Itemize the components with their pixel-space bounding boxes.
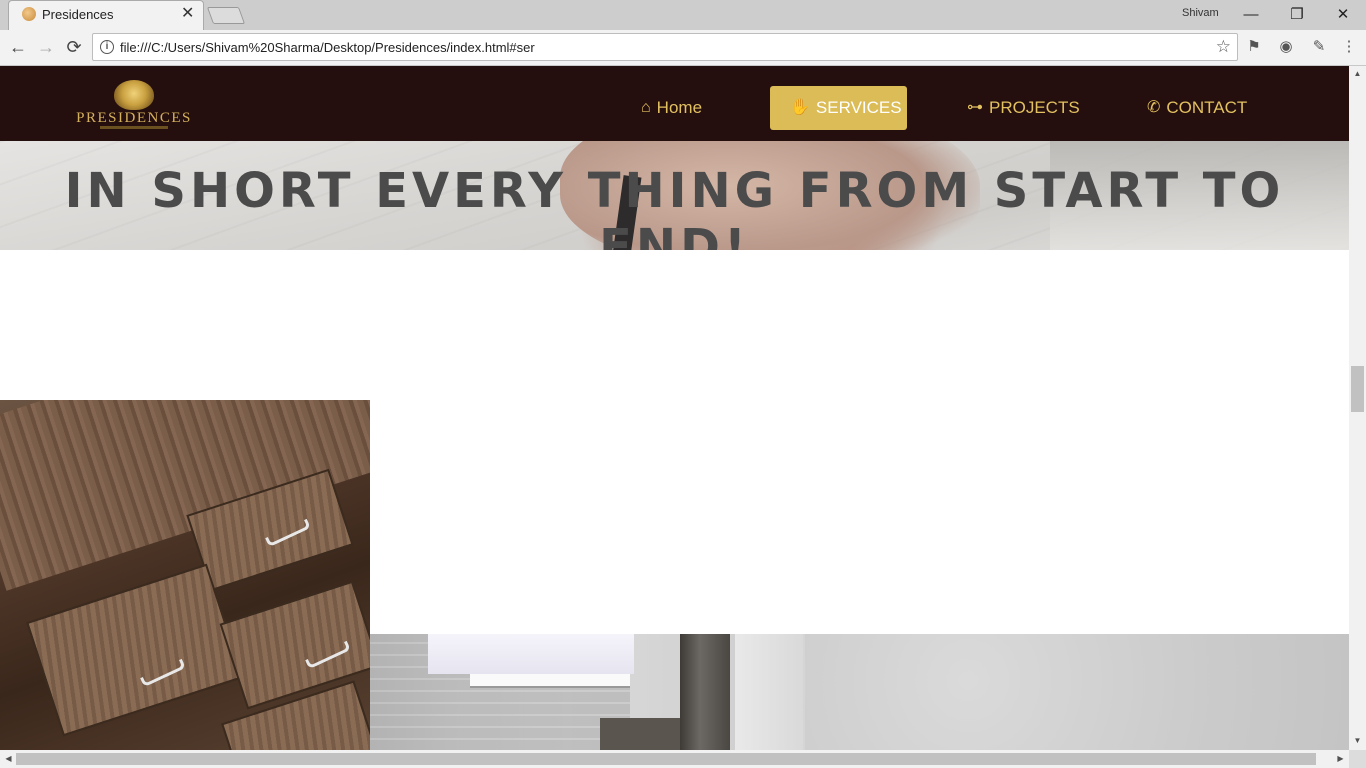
forward-icon[interactable]: → (34, 35, 58, 59)
back-icon[interactable]: ← (6, 35, 30, 59)
site-header: PRESIDENCES ⌂ Home ✋ SERVICES ⊶ PROJECTS… (0, 66, 1349, 141)
concrete-column-image (680, 634, 730, 750)
horizontal-scroll-thumb[interactable] (16, 753, 1316, 765)
profile-name[interactable]: Shivam (1182, 7, 1219, 19)
scroll-up-arrow-icon[interactable]: ▲ (1349, 69, 1366, 78)
scroll-down-arrow-icon[interactable]: ▼ (1349, 736, 1366, 745)
scroll-left-arrow-icon[interactable]: ◀ (0, 754, 17, 763)
lion-crest-icon (114, 80, 154, 110)
menu-kebab-icon[interactable]: ⋮ (1339, 37, 1359, 57)
tab-title: Presidences (42, 7, 114, 22)
concrete-wall-image (805, 634, 1349, 750)
logo-tagline-bar (100, 126, 168, 129)
counter-image (600, 718, 680, 750)
drawer-image (26, 563, 244, 737)
nav-services-label: SERVICES (815, 98, 902, 117)
page-viewport: PRESIDENCES ⌂ Home ✋ SERVICES ⊶ PROJECTS… (0, 66, 1349, 750)
nav-services[interactable]: ✋ SERVICES (770, 86, 907, 130)
nav-home-label: Home (656, 98, 703, 117)
extension-dropper-icon[interactable]: ✎ (1309, 37, 1329, 57)
handshake-icon: ✋ (790, 99, 810, 116)
info-icon[interactable]: i (100, 40, 114, 54)
extension-record-icon[interactable]: ◉ (1276, 37, 1296, 57)
vertical-scrollbar[interactable]: ▲ ▼ (1349, 66, 1366, 750)
site-logo[interactable]: PRESIDENCES (66, 80, 202, 130)
nav-projects[interactable]: ⊶ PROJECTS (967, 86, 1080, 130)
new-tab-button[interactable] (206, 7, 246, 24)
scrollbar-corner (1349, 750, 1366, 768)
logo-text: PRESIDENCES (76, 110, 192, 126)
site-favicon-icon (22, 7, 36, 21)
address-bar[interactable]: i file:///C:/Users/Shivam%20Sharma/Deskt… (92, 33, 1238, 61)
wall-panel-image (735, 634, 803, 750)
sitemap-icon: ⊶ (967, 99, 983, 116)
scroll-right-arrow-icon[interactable]: ▶ (1332, 754, 1349, 763)
home-icon: ⌂ (641, 99, 651, 116)
browser-tab-bar: Presidences ✕ Shivam — ❐ ✕ (0, 0, 1366, 30)
horizontal-scrollbar[interactable]: ◀ ▶ (0, 750, 1349, 768)
bookmark-star-icon[interactable]: ☆ (1216, 37, 1231, 57)
hero-banner: IN SHORT EVERY THING FROM START TO END! (0, 141, 1349, 250)
nav-projects-label: PROJECTS (989, 98, 1080, 117)
wooden-drawers-image (0, 400, 370, 750)
browser-toolbar: ← → ⟳ i file:///C:/Users/Shivam%20Sharma… (0, 30, 1366, 66)
minimize-button[interactable]: — (1228, 2, 1274, 28)
kitchen-interior-image (370, 634, 1349, 750)
vertical-scroll-thumb[interactable] (1351, 366, 1364, 412)
nav-home[interactable]: ⌂ Home (641, 86, 702, 130)
tab-close-icon[interactable]: ✕ (181, 5, 194, 23)
close-window-button[interactable]: ✕ (1320, 2, 1366, 28)
nav-contact[interactable]: ✆ CONTACT (1147, 86, 1247, 130)
phone-icon: ✆ (1147, 99, 1161, 116)
window-light-image (428, 634, 634, 674)
restore-button[interactable]: ❐ (1274, 2, 1320, 28)
nav-contact-label: CONTACT (1166, 98, 1248, 117)
hero-title: IN SHORT EVERY THING FROM START TO END! (64, 163, 1285, 250)
url-text[interactable]: file:///C:/Users/Shivam%20Sharma/Desktop… (120, 40, 535, 55)
range-hood-image (470, 674, 630, 688)
extension-flag-icon[interactable]: ⚑ (1244, 37, 1264, 57)
reload-icon[interactable]: ⟳ (62, 35, 86, 59)
